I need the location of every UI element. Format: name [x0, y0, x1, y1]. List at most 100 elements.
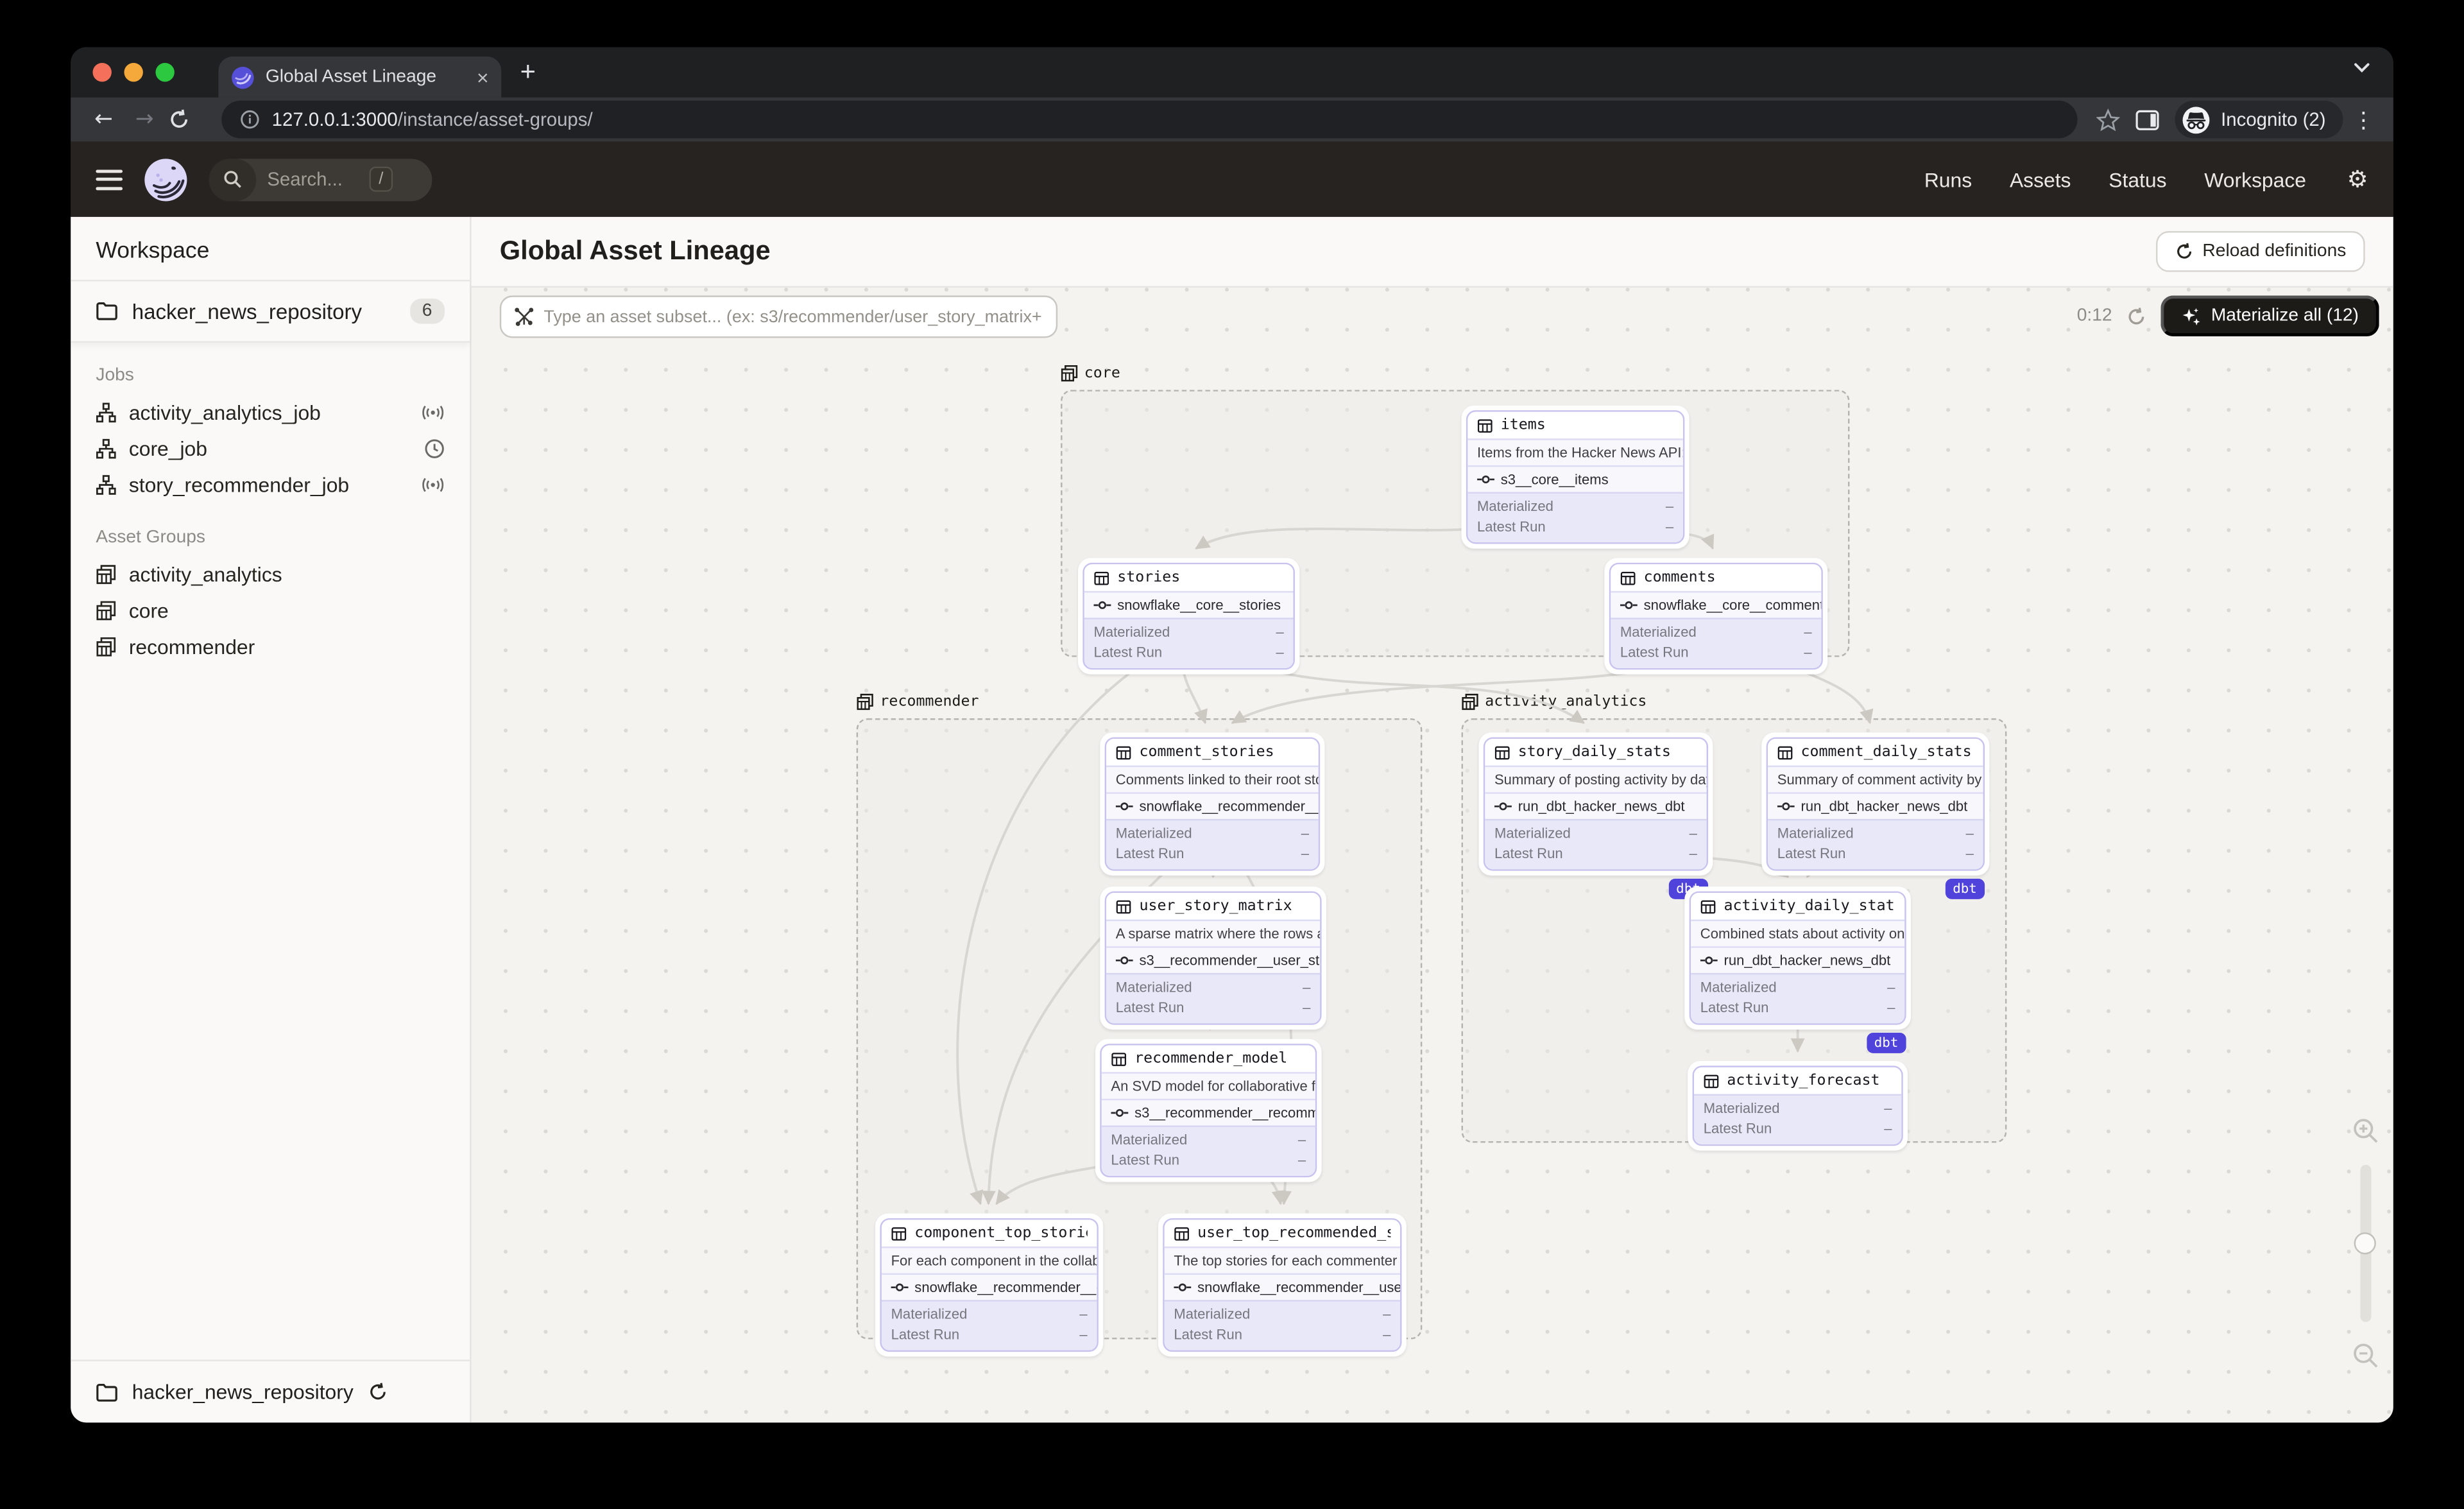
latest-run-label: Latest Run — [1093, 644, 1163, 660]
address-bar[interactable]: 127.0.0.1:3000/instance/asset-groups/ — [221, 100, 2078, 139]
refresh-graph-icon[interactable] — [2126, 306, 2147, 326]
sidebar-item-activity-analytics-job[interactable]: activity_analytics_job — [71, 395, 470, 431]
forward-button[interactable]: → — [127, 107, 162, 132]
minimize-window-button[interactable] — [124, 62, 143, 82]
asset-node-user-top-recommended-stories[interactable]: user_top_recommended_stories The top sto… — [1158, 1213, 1407, 1357]
browser-menu-icon[interactable]: ⋮ — [2349, 106, 2377, 133]
sidebar-item-core-group[interactable]: core — [71, 592, 470, 628]
sidebar-item-recommender-group[interactable]: recommender — [71, 629, 470, 665]
graph-filter-icon — [514, 307, 535, 327]
job-name: core_job — [128, 436, 207, 461]
asset-node-activity-daily-stats[interactable]: activity_daily_stats Combined stats abou… — [1684, 886, 1911, 1053]
asset-node-recommender-model[interactable]: recommender_model An SVD model for colla… — [1095, 1039, 1322, 1182]
reload-button[interactable] — [168, 108, 203, 130]
lineage-canvas[interactable]: 0:12 Materialize all (12) — [471, 288, 2393, 1423]
asset-name: items — [1500, 416, 1546, 434]
asset-node-user-story-matrix[interactable]: user_story_matrix A sparse matrix where … — [1100, 886, 1326, 1030]
zoom-out-icon[interactable] — [2352, 1342, 2379, 1369]
materialized-label: Materialized — [1620, 624, 1697, 640]
sidebar-item-activity-analytics-group[interactable]: activity_analytics — [71, 556, 470, 592]
materialized-label: Materialized — [1111, 1132, 1188, 1148]
global-search[interactable]: / — [209, 158, 432, 201]
latest-run-value: – — [1383, 1326, 1391, 1343]
settings-gear-icon[interactable]: ⚙ — [2347, 165, 2368, 193]
asset-filter-input[interactable] — [543, 307, 1044, 327]
repository-row[interactable]: hacker_news_repository 6 — [71, 281, 470, 341]
main-content: Global Asset Lineage Reload definitions — [471, 216, 2393, 1423]
asset-name: recommender_model — [1134, 1049, 1288, 1067]
table-icon — [1111, 1051, 1127, 1066]
reload-definitions-button[interactable]: Reload definitions — [2155, 231, 2365, 272]
search-input[interactable] — [256, 168, 366, 191]
back-button[interactable]: ← — [87, 107, 121, 132]
zoom-slider-knob[interactable] — [2354, 1232, 2376, 1255]
tab-search-chevron-icon[interactable] — [2352, 62, 2371, 74]
nav-workspace[interactable]: Workspace — [2204, 168, 2306, 191]
zoom-controls — [2348, 1117, 2383, 1369]
table-icon — [1477, 417, 1493, 433]
asset-node-comment-daily-stats[interactable]: comment_daily_stats Summary of comment a… — [1761, 732, 1990, 899]
maximize-window-button[interactable] — [155, 62, 175, 82]
reload-definitions-label: Reload definitions — [2202, 242, 2347, 261]
sidebar-item-story-recommender-job[interactable]: story_recommender_job — [71, 467, 470, 503]
reload-repository-icon[interactable] — [368, 1382, 388, 1402]
asset-node-comments[interactable]: comments snowflake__core__comments Mater… — [1604, 558, 1828, 675]
tab-title: Global Asset Lineage — [265, 67, 437, 87]
tab-close-icon[interactable]: × — [477, 67, 489, 87]
op-icon — [1777, 800, 1795, 813]
table-icon — [1116, 745, 1131, 760]
repository-name: hacker_news_repository — [132, 299, 363, 323]
browser-window: Global Asset Lineage × + ← → 127.0.0.1:3… — [71, 47, 2393, 1423]
latest-run-label: Latest Run — [1703, 1121, 1772, 1137]
asset-op: s3__recommender__user_story_matrix — [1139, 953, 1321, 969]
footer-repository-name: hacker_news_repository — [132, 1380, 354, 1404]
op-icon — [1174, 1281, 1192, 1294]
close-window-button[interactable] — [92, 62, 112, 82]
sidebar-item-core-job[interactable]: core_job — [71, 431, 470, 467]
bookmark-star-icon[interactable] — [2096, 107, 2121, 132]
materialized-value: – — [1297, 1132, 1306, 1148]
zoom-slider[interactable] — [2354, 1164, 2376, 1322]
asset-name: comments — [1643, 569, 1716, 587]
job-name: story_recommender_job — [128, 473, 350, 497]
jobs-section-label: Jobs — [96, 366, 134, 386]
nav-status[interactable]: Status — [2109, 168, 2166, 191]
asset-group-icon — [96, 564, 116, 585]
asset-group-icon — [96, 637, 116, 657]
materialized-value: – — [1689, 825, 1697, 841]
asset-group-icon — [96, 601, 116, 621]
asset-group-name: activity_analytics — [128, 562, 282, 587]
nav-runs[interactable]: Runs — [1924, 168, 1972, 191]
materialized-label: Materialized — [1494, 825, 1571, 841]
table-icon — [1777, 745, 1793, 760]
materialize-all-button[interactable]: Materialize all (12) — [2160, 295, 2379, 337]
table-icon — [1494, 745, 1510, 760]
refresh-timer: 0:12 — [2076, 306, 2112, 325]
asset-node-activity-forecast[interactable]: activity_forecast Materialized – Latest R… — [1688, 1061, 1908, 1151]
asset-name: story_daily_stats — [1518, 743, 1671, 761]
zoom-in-icon[interactable] — [2352, 1117, 2379, 1144]
site-info-icon[interactable] — [241, 110, 259, 129]
hamburger-menu-icon[interactable] — [96, 169, 123, 190]
latest-run-label: Latest Run — [1777, 845, 1846, 862]
materialized-value: – — [1665, 498, 1674, 514]
new-tab-button[interactable]: + — [520, 56, 536, 88]
asset-node-component-top-stories[interactable]: component_top_stories For each component… — [875, 1213, 1104, 1357]
materialized-value: – — [1884, 1100, 1892, 1116]
materialized-value: – — [1079, 1306, 1088, 1322]
asset-op: snowflake__recommender__comment_... — [1139, 798, 1319, 815]
sidebar-footer-repository[interactable]: hacker_news_repository — [71, 1359, 470, 1422]
asset-node-comment-stories[interactable]: comment_stories Comments linked to their… — [1100, 732, 1325, 876]
dbt-kind-badge: dbt — [1944, 878, 1985, 899]
asset-node-stories[interactable]: stories snowflake__core__stories Materia… — [1078, 558, 1300, 675]
latest-run-value: – — [1965, 845, 1974, 862]
dagster-logo[interactable] — [143, 157, 189, 202]
asset-node-items[interactable]: items Items from the Hacker News API: ea… — [1461, 405, 1690, 549]
asset-op: run_dbt_hacker_news_dbt — [1518, 798, 1685, 815]
materialized-label: Materialized — [1115, 825, 1192, 841]
asset-node-story-daily-stats[interactable]: story_daily_stats Summary of posting act… — [1478, 732, 1713, 899]
nav-assets[interactable]: Assets — [2010, 168, 2071, 191]
side-panel-icon[interactable] — [2136, 109, 2160, 130]
asset-filter[interactable] — [499, 295, 1058, 338]
browser-tab[interactable]: Global Asset Lineage × — [218, 56, 502, 98]
